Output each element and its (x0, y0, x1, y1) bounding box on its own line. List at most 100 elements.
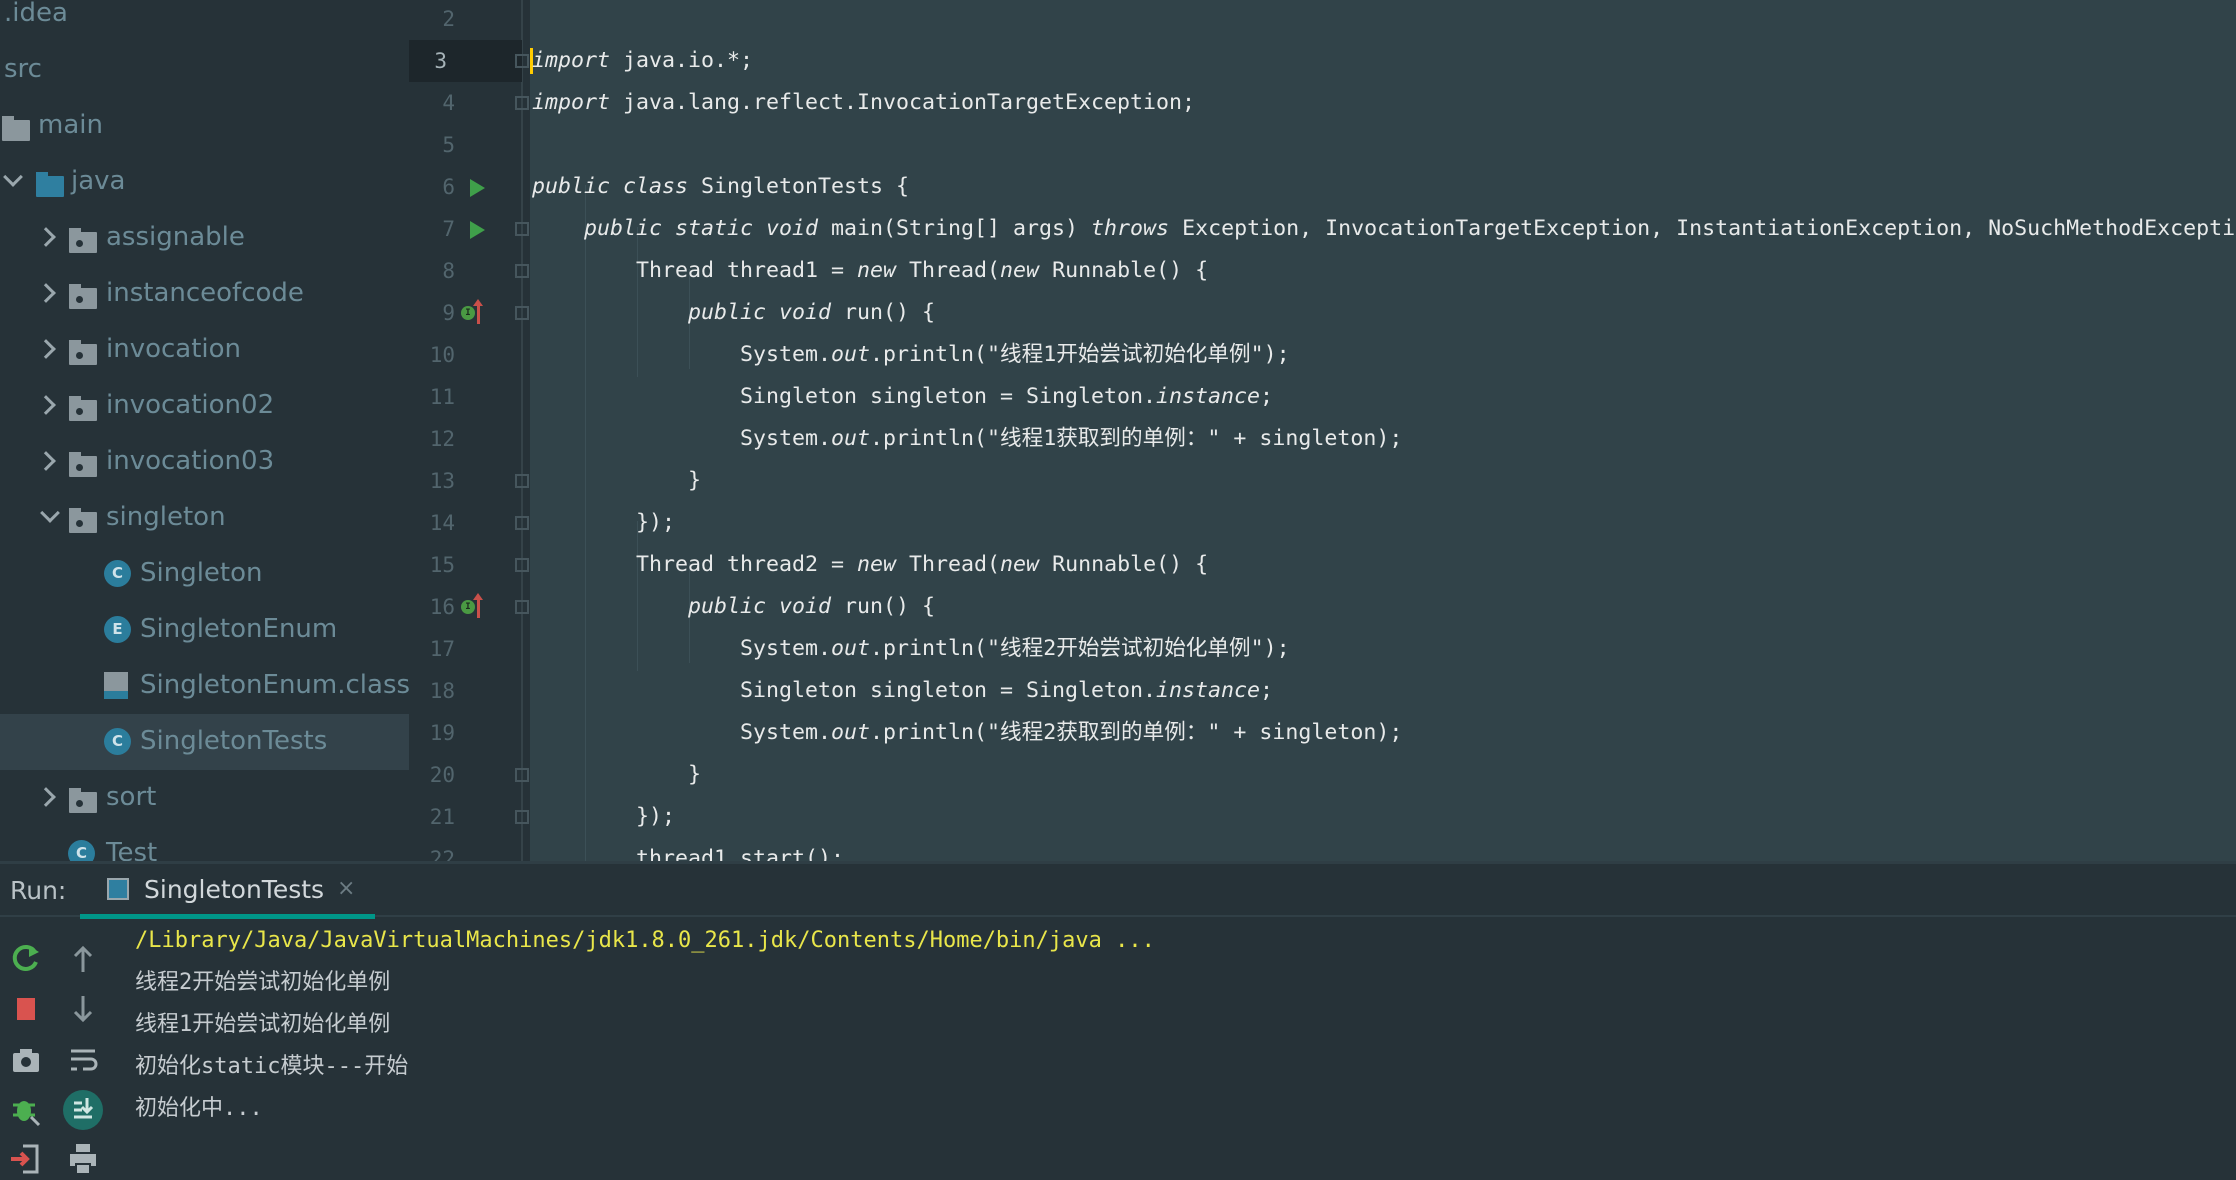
code-text: ; (1260, 678, 1274, 703)
run-label: Run: (10, 876, 67, 905)
tree-item-sort[interactable]: sort (0, 770, 409, 826)
tree-item-test[interactable]: C Test (0, 826, 409, 861)
chevron-right-icon[interactable] (36, 451, 56, 471)
line-number: 9I (409, 292, 530, 334)
project-tree[interactable]: .idea src main java assignable instanceofcode… (0, 0, 409, 861)
tree-item--idea[interactable]: .idea (0, 0, 409, 42)
rerun-icon[interactable] (9, 942, 43, 976)
scroll-up-icon[interactable] (66, 942, 100, 976)
implements-icon[interactable]: I (461, 306, 475, 320)
chevron-right-icon[interactable] (36, 227, 56, 247)
code-line: thread1.start(); (532, 838, 844, 861)
fold-icon[interactable] (515, 516, 529, 530)
tree-item-main[interactable]: main (0, 98, 409, 154)
tree-item-singleton[interactable]: C Singleton (0, 546, 409, 602)
line-number: 15 (409, 544, 530, 586)
console-line: 初始化中... (135, 1096, 263, 1121)
tree-item-assignable[interactable]: assignable (0, 210, 409, 266)
tree-item-label: src (4, 54, 42, 84)
tree-item-label: SingletonTests (140, 726, 328, 756)
fold-icon[interactable] (515, 54, 529, 68)
tree-item-invocation[interactable]: invocation (0, 322, 409, 378)
code-text: Singleton singleton = Singleton. (532, 384, 1157, 409)
static-field: instance (1156, 384, 1261, 409)
tree-item-label: invocation (106, 334, 242, 364)
exit-icon[interactable] (9, 1142, 43, 1176)
line-number-text: 5 (442, 133, 455, 157)
tree-item-singleton[interactable]: singleton (0, 490, 409, 546)
fold-icon[interactable] (515, 96, 529, 110)
code-line: public void run() { (532, 292, 935, 334)
line-number-text: 22 (429, 847, 455, 861)
tree-item-src[interactable]: src (0, 42, 409, 98)
line-number: 14 (409, 502, 530, 544)
line-number: 2 (409, 0, 530, 40)
line-number-text: 2 (442, 7, 455, 31)
line-number-text: 4 (442, 91, 455, 115)
fold-icon[interactable] (515, 810, 529, 824)
close-icon[interactable]: × (337, 876, 355, 901)
tree-item-invocation02[interactable]: invocation02 (0, 378, 409, 434)
static-field: out (831, 342, 871, 367)
fold-icon[interactable] (515, 558, 529, 572)
tree-item-invocation03[interactable]: invocation03 (0, 434, 409, 490)
tree-item-label: invocation02 (106, 390, 275, 420)
chevron-right-icon[interactable] (36, 339, 56, 359)
tab-label: SingletonTests (144, 875, 325, 904)
line-number: 6 (409, 166, 530, 208)
enum-icon: E (104, 616, 131, 643)
keyword: new (857, 552, 897, 577)
class-icon: C (104, 728, 131, 755)
console-line: 初始化static模块---开始 (135, 1054, 409, 1079)
tree-item-singletontests[interactable]: C SingletonTests (0, 714, 409, 770)
tab-singleton-tests[interactable]: SingletonTests × (80, 864, 375, 919)
tree-item-instanceofcode[interactable]: instanceofcode (0, 266, 409, 322)
scroll-to-end-icon[interactable] (63, 1090, 103, 1130)
run-icon[interactable] (470, 221, 485, 239)
chevron-down-icon[interactable] (40, 503, 60, 523)
code-text: System. (532, 426, 832, 451)
snapshot-icon[interactable] (9, 1044, 43, 1078)
scroll-down-icon[interactable] (66, 992, 100, 1026)
chevron-right-icon[interactable] (36, 283, 56, 303)
keyword: public class (532, 174, 689, 199)
tree-item-java[interactable]: java (0, 154, 409, 210)
code-editor[interactable]: import java.io.*; import java.lang.reflec… (530, 0, 2236, 861)
line-number-text: 14 (429, 511, 455, 535)
fold-icon[interactable] (515, 474, 529, 488)
editor-gutter: 2 3 4 5 6 7 8 9 I 10 11 12 13 14 15 16 I 17 18 19 20 21 22 (409, 0, 530, 861)
stop-icon[interactable] (9, 992, 43, 1026)
code-line: public class SingletonTests { (532, 166, 909, 208)
fold-icon[interactable] (515, 600, 529, 614)
code-line: System.out.println("线程2获取到的单例：" + single… (532, 712, 1402, 754)
tree-item-singletonenum-class[interactable]: SingletonEnum.class (0, 658, 409, 714)
package-icon (69, 396, 97, 421)
fold-icon[interactable] (515, 222, 529, 236)
implements-icon[interactable]: I (461, 600, 475, 614)
chevron-right-icon[interactable] (36, 787, 56, 807)
fold-icon[interactable] (515, 264, 529, 278)
tree-item-singletonenum[interactable]: E SingletonEnum (0, 602, 409, 658)
code-text: .println("线程2获取到的单例：" + singleton); (870, 720, 1403, 745)
code-text: run() { (831, 594, 936, 619)
code-text: Singleton singleton = Singleton. (532, 678, 1157, 703)
tree-item-label: SingletonEnum (140, 614, 338, 644)
chevron-down-icon[interactable] (3, 167, 23, 187)
chevron-right-icon[interactable] (36, 395, 56, 415)
fold-icon[interactable] (515, 768, 529, 782)
line-number-text: 3 (434, 49, 447, 73)
fold-icon[interactable] (515, 306, 529, 320)
debug-icon[interactable] (9, 1093, 43, 1127)
code-text: main(String[] args) (818, 216, 1092, 241)
code-text: System. (532, 720, 832, 745)
line-number-text: 16 (429, 595, 455, 619)
run-icon[interactable] (470, 179, 485, 197)
code-text: ; (1260, 384, 1274, 409)
code-text: } (532, 762, 702, 787)
soft-wrap-icon[interactable] (66, 1044, 100, 1078)
print-icon[interactable] (66, 1142, 100, 1176)
code-text: } (532, 468, 702, 493)
code-line: Singleton singleton = Singleton.instance… (532, 376, 1273, 418)
arrow-up-icon (473, 593, 483, 618)
static-field: out (831, 636, 871, 661)
